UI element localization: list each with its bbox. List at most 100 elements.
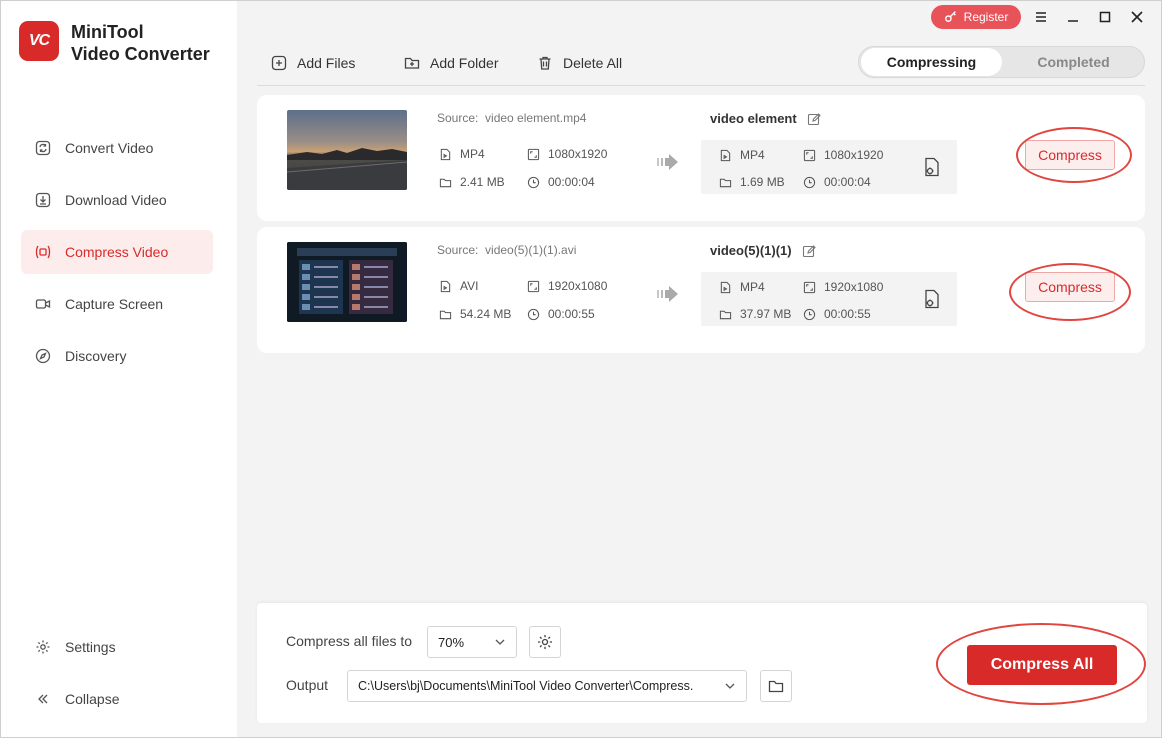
arrow-right-icon <box>657 153 679 176</box>
browse-folder-button[interactable] <box>760 670 792 702</box>
add-folder-icon <box>404 57 420 69</box>
menu-button[interactable] <box>1031 7 1051 27</box>
output-size: 1.69 MB <box>719 175 785 189</box>
folder-icon <box>719 178 732 187</box>
output-settings-icon[interactable] <box>921 288 943 310</box>
clock-icon <box>803 176 816 188</box>
game-thumbnail-image <box>287 242 407 322</box>
output-settings-box: MP4 1920x1080 37.97 MB 00:00:55 <box>701 272 957 326</box>
maximize-icon <box>1099 11 1111 23</box>
file-card: Source: video element.mp4 MP4 1080x1920 … <box>257 95 1145 221</box>
sidebar-item-collapse[interactable]: Collapse <box>21 677 213 721</box>
maximize-button[interactable] <box>1095 7 1115 27</box>
edit-icon[interactable] <box>807 112 821 126</box>
folder-icon <box>719 310 732 319</box>
arrow-right-icon <box>657 285 679 308</box>
output-resolution: 1920x1080 <box>803 280 883 294</box>
source-line: Source: video(5)(1)(1).avi <box>437 243 577 257</box>
minimize-icon <box>1068 20 1078 22</box>
compress-settings-button[interactable] <box>529 626 561 658</box>
register-button[interactable]: Register <box>931 5 1021 29</box>
hamburger-icon <box>1036 12 1046 22</box>
file-video-icon <box>440 280 451 292</box>
add-file-icon <box>271 55 287 71</box>
video-thumbnail[interactable] <box>287 242 407 322</box>
folder-icon <box>439 178 452 187</box>
source-format: AVI <box>439 279 478 293</box>
compress-ratio-dropdown[interactable]: 70% <box>427 626 517 658</box>
edit-icon[interactable] <box>802 244 816 258</box>
landscape-thumbnail-image <box>287 148 407 190</box>
chevron-down-icon <box>725 683 735 689</box>
output-duration: 00:00:55 <box>803 307 871 321</box>
sidebar-item-convert-video[interactable]: Convert Video <box>21 126 213 170</box>
source-size: 2.41 MB <box>439 175 505 189</box>
file-card: Source: video(5)(1)(1).avi AVI 1920x1080… <box>257 227 1145 353</box>
sidebar-item-discovery[interactable]: Discovery <box>21 334 213 378</box>
double-chevron-left-icon <box>35 691 51 707</box>
compass-icon <box>35 348 51 364</box>
add-files-button[interactable]: Add Files <box>271 51 355 75</box>
gear-icon <box>538 635 552 649</box>
file-video-icon <box>440 148 451 160</box>
output-format: MP4 <box>719 280 765 294</box>
trash-icon <box>539 56 551 70</box>
resolution-icon <box>527 280 540 292</box>
sidebar-item-settings[interactable]: Settings <box>21 625 213 669</box>
resolution-icon <box>803 149 816 161</box>
app-logo: VC <box>19 21 59 61</box>
source-line: Source: video element.mp4 <box>437 111 587 125</box>
output-size: 37.97 MB <box>719 307 791 321</box>
source-filename: video element.mp4 <box>485 111 587 125</box>
output-path-dropdown[interactable]: C:\Users\bj\Documents\MiniTool Video Con… <box>347 670 747 702</box>
file-video-icon <box>720 281 731 293</box>
highlight-ring <box>1009 263 1131 321</box>
output-name: video(5)(1)(1) <box>710 243 816 258</box>
clock-icon <box>803 308 816 320</box>
folder-icon <box>768 680 784 693</box>
resolution-icon <box>803 281 816 293</box>
app-window: VC MiniTool Video Converter Convert Vide… <box>0 0 1162 738</box>
download-icon <box>35 192 51 208</box>
status-tab-switch: Compressing Completed <box>858 46 1145 78</box>
convert-icon <box>35 140 51 156</box>
sidebar-item-download-video[interactable]: Download Video <box>21 178 213 222</box>
sidebar-item-compress-video[interactable]: Compress Video <box>21 230 213 274</box>
minimize-button[interactable] <box>1063 7 1083 27</box>
output-settings-box: MP4 1080x1920 1.69 MB 00:00:04 <box>701 140 957 194</box>
key-icon <box>944 9 958 26</box>
source-resolution: 1920x1080 <box>527 279 607 293</box>
resolution-icon <box>527 148 540 160</box>
source-format: MP4 <box>439 147 485 161</box>
tab-completed[interactable]: Completed <box>1003 48 1144 76</box>
output-duration: 00:00:04 <box>803 175 871 189</box>
output-label: Output <box>286 677 329 693</box>
source-duration: 00:00:04 <box>527 175 595 189</box>
toolbar-divider <box>257 85 1145 86</box>
compress-icon <box>35 244 51 260</box>
source-filename: video(5)(1)(1).avi <box>485 243 577 257</box>
folder-icon <box>439 310 452 319</box>
output-settings-icon[interactable] <box>921 156 943 178</box>
gear-icon <box>35 639 51 655</box>
output-format: MP4 <box>719 148 765 162</box>
camera-icon <box>35 296 51 312</box>
file-video-icon <box>720 149 731 161</box>
output-resolution: 1080x1920 <box>803 148 883 162</box>
tab-compressing[interactable]: Compressing <box>861 48 1002 76</box>
sidebar-item-capture-screen[interactable]: Capture Screen <box>21 282 213 326</box>
close-button[interactable] <box>1127 7 1147 27</box>
highlight-ring <box>1016 127 1132 183</box>
video-thumbnail[interactable] <box>287 110 407 190</box>
close-icon <box>1131 11 1143 23</box>
chevron-down-icon <box>495 639 505 645</box>
clock-icon <box>527 176 540 188</box>
delete-all-button[interactable]: Delete All <box>537 51 622 75</box>
output-name: video element <box>710 111 821 126</box>
source-size: 54.24 MB <box>439 307 511 321</box>
clock-icon <box>527 308 540 320</box>
app-name: MiniTool Video Converter <box>71 22 210 64</box>
add-folder-button[interactable]: Add Folder <box>404 51 498 75</box>
highlight-ring <box>936 623 1146 705</box>
source-resolution: 1080x1920 <box>527 147 607 161</box>
